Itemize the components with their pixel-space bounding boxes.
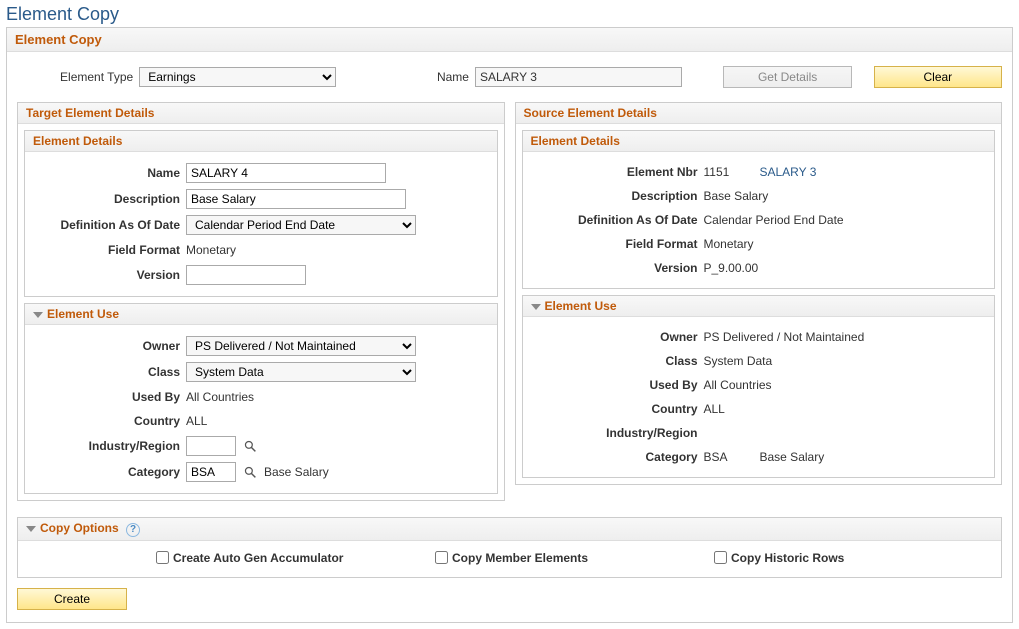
source-version-label: Version (529, 261, 704, 275)
target-country-value: ALL (186, 414, 207, 428)
target-use-section: Element Use Owner PS Delivered / Not Mai… (24, 303, 498, 494)
target-usedby-label: Used By (31, 390, 186, 404)
target-description-label: Description (31, 192, 186, 206)
target-class-label: Class (31, 365, 186, 379)
caret-down-icon (33, 312, 43, 318)
source-element-link[interactable]: SALARY 3 (760, 165, 817, 179)
source-fieldformat-label: Field Format (529, 237, 704, 251)
source-details-header: Element Details (523, 131, 995, 152)
source-class-label: Class (529, 354, 704, 368)
get-details-button: Get Details (723, 66, 851, 88)
target-fieldformat-value: Monetary (186, 243, 236, 257)
source-details-section: Element Details Element Nbr 1151 SALARY … (522, 130, 996, 289)
main-panel: Element Copy Element Type Earnings Name … (6, 27, 1013, 623)
target-name-label: Name (31, 166, 186, 180)
magnifier-icon[interactable] (242, 464, 258, 480)
name-readonly-input (475, 67, 682, 87)
target-version-label: Version (31, 268, 186, 282)
source-category-label: Category (529, 450, 704, 464)
copy-members-label: Copy Member Elements (452, 551, 588, 565)
source-section: Source Element Details Element Details E… (515, 102, 1003, 485)
source-header: Source Element Details (516, 103, 1002, 124)
target-details-section: Element Details Name Description (24, 130, 498, 297)
source-country-value: ALL (704, 402, 725, 416)
auto-gen-label: Create Auto Gen Accumulator (173, 551, 343, 565)
source-elemnbr-label: Element Nbr (529, 165, 704, 179)
target-version-input[interactable] (186, 265, 306, 285)
target-usedby-value: All Countries (186, 390, 254, 404)
source-owner-value: PS Delivered / Not Maintained (704, 330, 865, 344)
target-defasof-label: Definition As Of Date (31, 218, 186, 232)
source-description-label: Description (529, 189, 704, 203)
source-use-header[interactable]: Element Use (523, 296, 995, 317)
source-defasof-value: Calendar Period End Date (704, 213, 844, 227)
target-category-desc: Base Salary (264, 465, 329, 479)
copy-historic-label: Copy Historic Rows (731, 551, 844, 565)
source-fieldformat-value: Monetary (704, 237, 754, 251)
target-column: Target Element Details Element Details N… (17, 102, 505, 507)
target-owner-label: Owner (31, 339, 186, 353)
help-icon[interactable]: ? (126, 523, 140, 537)
source-category-desc: Base Salary (760, 450, 825, 464)
source-category-value: BSA (704, 450, 754, 464)
target-industry-input[interactable] (186, 436, 236, 456)
target-country-label: Country (31, 414, 186, 428)
target-name-input[interactable] (186, 163, 386, 183)
source-country-label: Country (529, 402, 704, 416)
caret-down-icon (26, 526, 36, 532)
source-class-value: System Data (704, 354, 773, 368)
target-defasof-select[interactable]: Calendar Period End Date (186, 215, 416, 235)
page-title: Element Copy (0, 0, 1019, 27)
target-class-select[interactable]: System Data (186, 362, 416, 382)
copy-members-checkbox[interactable] (435, 551, 448, 564)
element-type-select[interactable]: Earnings (139, 67, 336, 87)
source-version-value: P_9.00.00 (704, 261, 759, 275)
source-column: Source Element Details Element Details E… (515, 102, 1003, 507)
source-defasof-label: Definition As Of Date (529, 213, 704, 227)
auto-gen-checkbox[interactable] (156, 551, 169, 564)
copy-options-section: Copy Options ? Create Auto Gen Accumulat… (17, 517, 1002, 578)
source-elemnbr-value: 1151 (704, 165, 754, 179)
caret-down-icon (531, 304, 541, 310)
target-fieldformat-label: Field Format (31, 243, 186, 257)
source-usedby-label: Used By (529, 378, 704, 392)
element-type-label: Element Type (17, 70, 133, 84)
copy-historic-checkbox[interactable] (714, 551, 727, 564)
name-label: Name (437, 70, 469, 84)
copy-options-header[interactable]: Copy Options ? (18, 518, 1001, 541)
target-category-input[interactable] (186, 462, 236, 482)
source-owner-label: Owner (529, 330, 704, 344)
magnifier-icon[interactable] (242, 438, 258, 454)
target-owner-select[interactable]: PS Delivered / Not Maintained (186, 336, 416, 356)
target-section: Target Element Details Element Details N… (17, 102, 505, 501)
clear-button[interactable]: Clear (874, 66, 1002, 88)
source-description-value: Base Salary (704, 189, 769, 203)
target-industry-label: Industry/Region (31, 439, 186, 453)
target-header: Target Element Details (18, 103, 504, 124)
target-category-label: Category (31, 465, 186, 479)
source-usedby-value: All Countries (704, 378, 772, 392)
search-row: Element Type Earnings Name Get Details C… (7, 52, 1012, 102)
source-industry-label: Industry/Region (529, 426, 704, 440)
target-details-header: Element Details (25, 131, 497, 152)
source-use-section: Element Use Owner PS Delivered / Not Mai… (522, 295, 996, 478)
target-description-input[interactable] (186, 189, 406, 209)
panel-header: Element Copy (7, 28, 1012, 52)
target-use-header[interactable]: Element Use (25, 304, 497, 325)
